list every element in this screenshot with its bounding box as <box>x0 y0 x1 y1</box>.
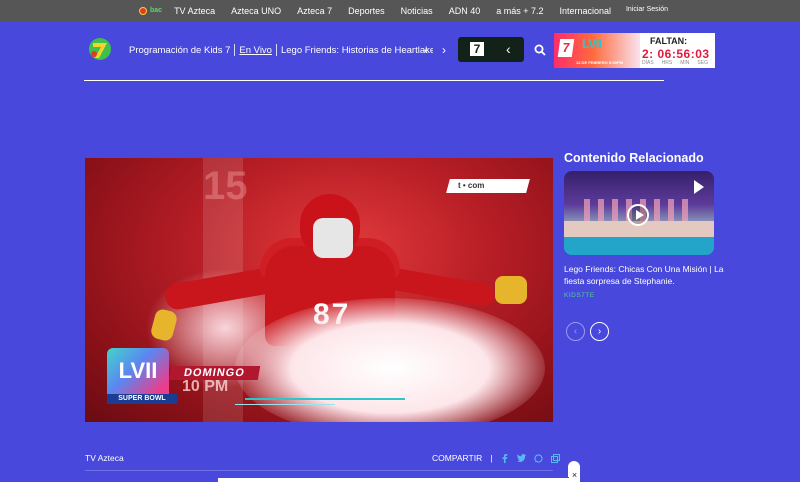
video-watermark: t • com <box>446 179 530 193</box>
brand-text: bac <box>150 7 163 14</box>
video-graphic-line <box>235 404 335 405</box>
countdown-units: DÍAS HRS MIN SEG <box>642 60 708 66</box>
topnav-item-noticias[interactable]: Noticias <box>401 6 433 16</box>
topnav-item-tv-azteca[interactable]: TV Azteca <box>174 6 215 16</box>
topnav-item-deportes[interactable]: Deportes <box>348 6 385 16</box>
related-prev-button[interactable]: ‹ <box>566 322 585 341</box>
top-nav: bac TV Azteca Azteca UNO Azteca 7 Deport… <box>139 0 627 21</box>
video-watermark-text: t • com <box>458 181 485 190</box>
banner-event-logo: LVII <box>582 36 602 51</box>
nav-next-icon[interactable]: › <box>442 44 446 56</box>
nav-show-title[interactable]: Lego Friends: Historias de Heartlake C <box>281 45 433 56</box>
unit-hours: HRS <box>661 60 673 66</box>
login-link[interactable]: Iniciar Sesión <box>626 6 668 13</box>
superbowl-countdown-banner[interactable]: 7 LVII 12 DE FEBRERO 5:00PM FALTAN: 2: 0… <box>554 33 715 68</box>
play-circle-icon[interactable] <box>627 204 649 226</box>
banner-channel-logo: 7 <box>557 39 575 57</box>
nav-divider <box>275 44 277 56</box>
play-icon[interactable] <box>694 180 704 194</box>
nav-prev-icon[interactable]: ‹ <box>424 44 428 56</box>
video-player[interactable]: 15 87 t • com LVII SUPER BOWL DOMINGO 10… <box>85 158 553 422</box>
channel-7-logo: 7 <box>470 42 484 56</box>
unit-minutes: MIN <box>680 60 690 66</box>
chevron-left-icon[interactable]: ‹ <box>506 41 511 57</box>
related-item-tag[interactable]: KIDS7TE <box>564 292 595 299</box>
related-item-title[interactable]: Lego Friends: Chicas Con Una Misión | La… <box>564 263 724 287</box>
nav-divider <box>234 44 236 56</box>
video-bg-number: 15 <box>203 164 248 208</box>
nav-en-vivo[interactable]: En Vivo <box>239 45 272 56</box>
video-facemask <box>313 218 353 258</box>
header-divider <box>84 80 664 81</box>
brand-link[interactable]: bac <box>139 6 163 15</box>
share-bar: COMPARTIR | <box>432 453 561 463</box>
video-glove <box>495 276 527 304</box>
topnav-item-internacional[interactable]: Internacional <box>559 6 611 16</box>
brand-icon <box>139 6 147 15</box>
thumbnail-pool <box>564 237 714 255</box>
nav-programacion[interactable]: Programación de Kids 7 <box>129 45 230 56</box>
banner-artwork: 7 LVII 12 DE FEBRERO 5:00PM <box>554 33 640 68</box>
topnav-item-azteca-7[interactable]: Azteca 7 <box>297 6 332 16</box>
close-icon[interactable]: × <box>569 470 580 481</box>
channel-switcher[interactable]: 7 ‹ <box>458 37 524 62</box>
whatsapp-icon[interactable] <box>534 453 544 463</box>
related-next-button[interactable]: › <box>590 322 609 341</box>
copy-link-icon[interactable] <box>551 453 561 463</box>
header-nav: Programación de Kids 7 En Vivo Lego Frie… <box>129 44 433 56</box>
bottom-overlay-bar <box>218 478 580 482</box>
related-title: Contenido Relacionado <box>564 151 704 165</box>
top-bar: bac TV Azteca Azteca UNO Azteca 7 Deport… <box>0 0 800 21</box>
unit-seconds: SEG <box>697 60 708 66</box>
share-divider: | <box>490 453 493 463</box>
twitter-icon[interactable] <box>517 454 527 463</box>
video-source: TV Azteca <box>85 453 124 463</box>
kids7-logo[interactable] <box>88 37 112 61</box>
share-label: COMPARTIR <box>432 453 483 463</box>
topnav-item-azteca-uno[interactable]: Azteca UNO <box>231 6 281 16</box>
countdown-label: FALTAN: <box>650 36 688 46</box>
banner-date: 12 DE FEBRERO 5:00PM <box>576 60 623 65</box>
video-time-text: 10 PM <box>182 378 229 395</box>
countdown-time: 2: 06:56:03 <box>642 47 710 61</box>
topnav-item-a-mas[interactable]: a más + 7.2 <box>496 6 543 16</box>
search-icon[interactable] <box>534 44 546 56</box>
topnav-item-adn40[interactable]: ADN 40 <box>449 6 481 16</box>
video-graphic-line <box>245 398 405 400</box>
footer-divider <box>85 470 553 471</box>
unit-days: DÍAS <box>642 60 654 66</box>
facebook-icon[interactable] <box>500 453 509 463</box>
related-thumbnail[interactable] <box>564 171 714 255</box>
superbowl-logo-sub: SUPER BOWL <box>107 394 177 404</box>
